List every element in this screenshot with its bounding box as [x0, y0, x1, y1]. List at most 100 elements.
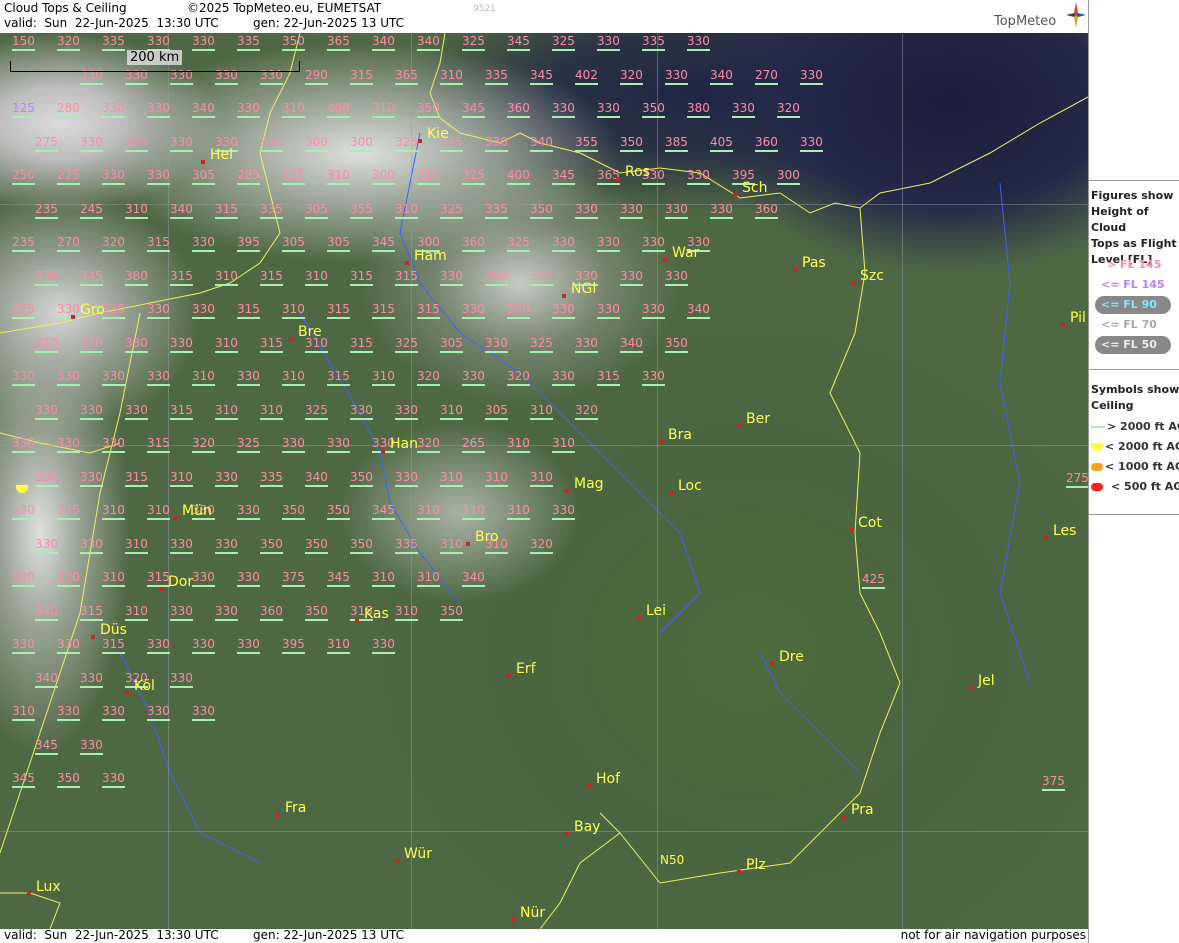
- cloud-top-value: 360: [755, 202, 778, 219]
- disclaimer: not for air navigation purposes: [900, 928, 1086, 942]
- cloud-top-value: 350: [57, 772, 80, 788]
- graticule-line: [0, 831, 1088, 832]
- cloud-top-value: 315: [125, 470, 148, 487]
- cloud-top-value: 315: [417, 303, 440, 319]
- cloud-top-value: 270: [755, 68, 778, 85]
- city-label: Szc: [851, 268, 884, 285]
- cloud-top-value: 360: [462, 236, 485, 252]
- cloud-top-value: 310: [327, 638, 350, 654]
- city-label: Pra: [842, 802, 874, 819]
- cloud-top-value: 335: [485, 68, 508, 85]
- city-name: Pas: [802, 255, 826, 271]
- cloud-top-value: 325: [440, 202, 463, 219]
- city-label: Dor: [159, 574, 193, 591]
- satellite-map[interactable]: 150 320 335 330 330 335 350 365 340 340 325 345 325 3…: [0, 33, 1089, 929]
- cloud-top-value: 310: [260, 403, 283, 420]
- cloud-top-value: 310: [125, 537, 148, 554]
- cloud-top-value: 330: [687, 35, 710, 51]
- city-marker-icon: [587, 784, 591, 788]
- cloud-top-value: 280: [57, 102, 80, 118]
- city-name: Bro: [475, 529, 499, 545]
- cloud-top-value: 375: [1042, 775, 1065, 791]
- cloud-top-value: 330: [552, 236, 575, 252]
- cloud-top-value: 305: [440, 336, 463, 353]
- cloud-top-value: 225: [57, 169, 80, 185]
- cloud-top-value: 395: [237, 236, 260, 252]
- ceiling-label: < 2000 ft AGL: [1105, 440, 1179, 453]
- city-name: Gro: [80, 302, 105, 318]
- cloud-top-value: 350: [665, 336, 688, 353]
- cloud-top-value: 350: [417, 102, 440, 118]
- cloud-top-value: 340: [710, 68, 733, 85]
- cloud-top-value: 330: [80, 135, 103, 152]
- city-name: Hof: [596, 771, 621, 787]
- city-name: Dre: [779, 649, 804, 665]
- ceiling-label: < 1000 ft AGL: [1105, 460, 1179, 473]
- cloud-top-value: 330: [395, 470, 418, 487]
- cloud-top-value: 320: [530, 537, 553, 554]
- cloud-top-value: 310: [215, 403, 238, 420]
- cloud-top-value: 365: [327, 35, 350, 51]
- cloud-top-value: 330: [552, 504, 575, 520]
- city-label: Bra: [659, 427, 692, 444]
- cloud-top-value: 310: [372, 102, 395, 118]
- city-marker-icon: [511, 918, 515, 922]
- cloud-top-value: 330: [552, 303, 575, 319]
- cloud-top-value: 310: [530, 470, 553, 487]
- cloud-top-value: 340: [192, 102, 215, 118]
- cloud-top-value: 395: [282, 638, 305, 654]
- cloud-top-value: 310: [507, 504, 530, 520]
- cloud-top-value: 330: [800, 68, 823, 85]
- cloud-top-value: 330: [192, 638, 215, 654]
- cloud-top-value: 290: [305, 68, 328, 85]
- cloud-top-value: 310: [440, 537, 463, 554]
- city-name: Bra: [668, 427, 692, 443]
- cloud-top-value: 315: [260, 336, 283, 353]
- cloud-top-value: 330: [102, 303, 125, 319]
- city-label: Erf: [507, 661, 536, 678]
- cloud-top-value: 330: [462, 370, 485, 386]
- cloud-top-value: 335: [237, 35, 260, 51]
- cloud-top-value: 310: [417, 504, 440, 520]
- city-marker-icon: [91, 635, 95, 639]
- cloud-top-value: 340: [372, 35, 395, 51]
- city-name: Loc: [678, 478, 702, 494]
- cloud-top-value: 310: [192, 370, 215, 386]
- cloud-top-value: 305: [305, 202, 328, 219]
- cloud-top-value: 320: [57, 35, 80, 51]
- cloud-top-value: 330: [237, 102, 260, 118]
- cloud-top-value: 265: [462, 437, 485, 453]
- cloud-top-value: 330: [170, 537, 193, 554]
- cloud-top-value: 330: [350, 403, 373, 420]
- cloud-top-value: 350: [327, 504, 350, 520]
- cloud-top-value: 330: [597, 35, 620, 51]
- legend-level: <= FL 50: [1101, 338, 1157, 351]
- cloud-top-value: 330: [57, 638, 80, 654]
- cloud-top-value: 310: [215, 336, 238, 353]
- city-name: Köl: [134, 678, 155, 694]
- cloud-top-value: 330: [237, 638, 260, 654]
- cloud-top-value: 345: [530, 68, 553, 85]
- cloud-top-value: 340: [687, 303, 710, 319]
- legend-level: <= FL 90: [1101, 298, 1157, 311]
- city-marker-icon: [355, 619, 359, 623]
- cloud-top-value: 330: [192, 303, 215, 319]
- cloud-top-value: 330: [102, 102, 125, 118]
- cloud-top-value: 325: [305, 403, 328, 420]
- cloud-top-value: 330: [170, 671, 193, 688]
- city-name: Bay: [574, 819, 601, 835]
- cloud-top-value: 330: [147, 102, 170, 118]
- cloud-top-value: 330: [665, 269, 688, 286]
- cloud-top-value: 330: [12, 571, 35, 587]
- cloud-top-value: 330: [12, 638, 35, 654]
- cloud-top-value: 355: [350, 202, 373, 219]
- cloud-top-value: 330: [80, 403, 103, 420]
- city-name: Ham: [414, 248, 447, 264]
- cloud-top-value: 330: [80, 470, 103, 487]
- city-name: Erf: [516, 661, 536, 677]
- city-label: Gro: [71, 302, 105, 319]
- city-name: War: [672, 245, 700, 261]
- cloud-top-value: 330: [57, 571, 80, 587]
- cloud-top-value: 330: [440, 269, 463, 286]
- cloud-top-value: 330: [102, 705, 125, 721]
